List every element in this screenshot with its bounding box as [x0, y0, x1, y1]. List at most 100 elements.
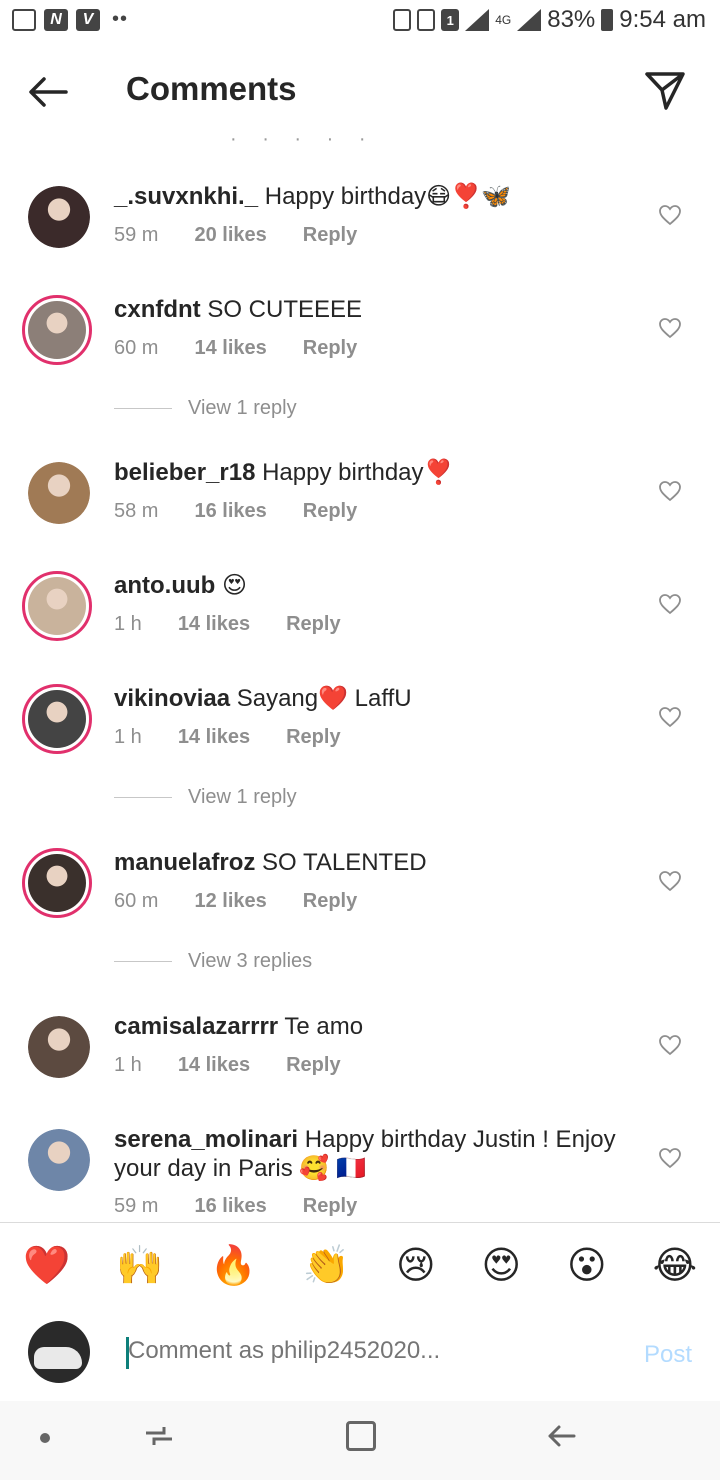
- post-button[interactable]: Post: [644, 1341, 692, 1369]
- emoji-reaction-button[interactable]: 👏: [303, 1243, 350, 1289]
- comment-composer: Post: [0, 1309, 720, 1401]
- alert-icon: [417, 9, 436, 31]
- comment-time: 59 m: [114, 1195, 159, 1217]
- user-avatar[interactable]: [22, 571, 92, 641]
- like-heart-icon[interactable]: [658, 1034, 682, 1056]
- user-avatar[interactable]: [28, 462, 90, 524]
- user-avatar[interactable]: [28, 1129, 90, 1191]
- reply-button[interactable]: Reply: [303, 337, 357, 360]
- comment-meta: 60 m 12 likes Reply: [114, 890, 393, 913]
- emoji-reaction-button[interactable]: 😍: [482, 1243, 522, 1289]
- emoji-reaction-button[interactable]: ❤️: [23, 1243, 70, 1289]
- avatar-photo: [28, 301, 86, 359]
- home-icon[interactable]: [346, 1421, 376, 1451]
- comment-text: anto.uub 😍: [114, 571, 630, 600]
- reply-button[interactable]: Reply: [303, 224, 357, 247]
- comment-body: Sayang❤️ LaffU: [230, 685, 412, 712]
- avatar-photo: [28, 186, 90, 248]
- nav-dot-icon[interactable]: [40, 1433, 50, 1443]
- view-replies-button[interactable]: View 1 reply: [114, 397, 297, 420]
- reply-button[interactable]: Reply: [286, 613, 340, 636]
- comment-body: Happy birthday❣️: [255, 459, 454, 486]
- user-avatar[interactable]: [22, 684, 92, 754]
- comment-username[interactable]: cxnfdnt: [114, 296, 201, 323]
- comment-meta: 1 h 14 likes Reply: [114, 1054, 377, 1077]
- comment-username[interactable]: anto.uub: [114, 572, 215, 599]
- direct-message-icon[interactable]: [644, 70, 686, 112]
- like-heart-icon[interactable]: [658, 204, 682, 226]
- like-heart-icon[interactable]: [658, 1147, 682, 1169]
- signal-icon-2: [517, 9, 542, 31]
- emoji-reaction-button[interactable]: 😮: [567, 1243, 607, 1289]
- comment-username[interactable]: vikinoviaa: [114, 685, 230, 712]
- comment-body: SO TALENTED: [255, 849, 427, 876]
- current-user-avatar: [28, 1321, 90, 1383]
- comment-time: 1 h: [114, 726, 142, 748]
- emoji-reaction-button[interactable]: 😂: [653, 1243, 697, 1289]
- reply-button[interactable]: Reply: [303, 890, 357, 913]
- comment-time: 58 m: [114, 500, 159, 522]
- comment-username[interactable]: serena_molinari: [114, 1126, 298, 1153]
- emoji-reaction-button[interactable]: 🔥: [209, 1243, 256, 1289]
- nav-back-icon[interactable]: [546, 1421, 576, 1451]
- n-icon: N: [44, 8, 68, 31]
- comment-text: camisalazarrrr Te amo: [114, 1012, 630, 1041]
- comment-meta: 58 m 16 likes Reply: [114, 500, 393, 523]
- avatar-photo: [28, 1129, 90, 1191]
- comment-body: Happy birthday😷❣️🦋: [258, 183, 511, 210]
- like-heart-icon[interactable]: [658, 593, 682, 615]
- user-avatar[interactable]: [22, 848, 92, 918]
- view-replies-button[interactable]: View 3 replies: [114, 950, 312, 973]
- comment-username[interactable]: camisalazarrrr: [114, 1013, 278, 1040]
- system-icons: 1 4G 83% 9:54 am: [393, 6, 706, 34]
- like-count[interactable]: 20 likes: [194, 224, 266, 247]
- view-replies-button[interactable]: View 1 reply: [114, 786, 297, 809]
- comment-username[interactable]: _.suvxnkhi._: [114, 183, 258, 210]
- sim-badge: 1: [441, 9, 460, 31]
- like-count[interactable]: 16 likes: [194, 1195, 266, 1218]
- user-avatar[interactable]: [28, 186, 90, 248]
- emoji-reaction-button[interactable]: 😢: [396, 1243, 436, 1289]
- avatar-photo: [28, 577, 86, 635]
- like-count[interactable]: 14 likes: [178, 1054, 250, 1077]
- user-avatar[interactable]: [28, 1016, 90, 1078]
- user-avatar[interactable]: [22, 295, 92, 365]
- cut-off-text: · · · · ·: [230, 128, 376, 142]
- like-heart-icon[interactable]: [658, 870, 682, 892]
- status-bar: N V •• 1 4G 83% 9:54 am: [0, 0, 720, 44]
- reply-button[interactable]: Reply: [303, 500, 357, 523]
- avatar-photo: [28, 690, 86, 748]
- like-count[interactable]: 12 likes: [194, 890, 266, 913]
- like-count[interactable]: 14 likes: [194, 337, 266, 360]
- image-icon: [12, 8, 36, 31]
- emoji-quick-bar: ❤️ 🙌 🔥 👏 😢 😍 😮 😂: [0, 1222, 720, 1310]
- comment-body: SO CUTEEEE: [200, 296, 363, 323]
- comment-meta: 1 h 14 likes Reply: [114, 726, 377, 749]
- like-heart-icon[interactable]: [658, 317, 682, 339]
- back-arrow-icon[interactable]: [26, 70, 70, 114]
- comment-meta: 59 m 20 likes Reply: [114, 224, 393, 247]
- like-heart-icon[interactable]: [658, 706, 682, 728]
- like-count[interactable]: 16 likes: [194, 500, 266, 523]
- comment-meta: 59 m 16 likes Reply: [114, 1195, 393, 1218]
- comment-input[interactable]: [128, 1337, 608, 1365]
- comment-time: 1 h: [114, 613, 142, 635]
- recycle-icon: [393, 9, 412, 31]
- comment-username[interactable]: manuelafroz: [114, 849, 255, 876]
- like-count[interactable]: 14 likes: [178, 613, 250, 636]
- signal-icon: [465, 9, 490, 31]
- like-count[interactable]: 14 likes: [178, 726, 250, 749]
- recent-apps-icon[interactable]: [144, 1421, 174, 1451]
- v-icon: V: [76, 8, 100, 31]
- reply-button[interactable]: Reply: [286, 726, 340, 749]
- comment-username[interactable]: belieber_r18: [114, 459, 255, 486]
- like-heart-icon[interactable]: [658, 480, 682, 502]
- replies-divider: [114, 961, 172, 962]
- comment-time: 60 m: [114, 337, 159, 359]
- reply-button[interactable]: Reply: [286, 1054, 340, 1077]
- network-type: 4G: [495, 13, 512, 27]
- emoji-reaction-button[interactable]: 🙌: [116, 1243, 163, 1289]
- reply-button[interactable]: Reply: [303, 1195, 357, 1218]
- avatar-photo: [28, 1016, 90, 1078]
- page-title: Comments: [126, 70, 297, 107]
